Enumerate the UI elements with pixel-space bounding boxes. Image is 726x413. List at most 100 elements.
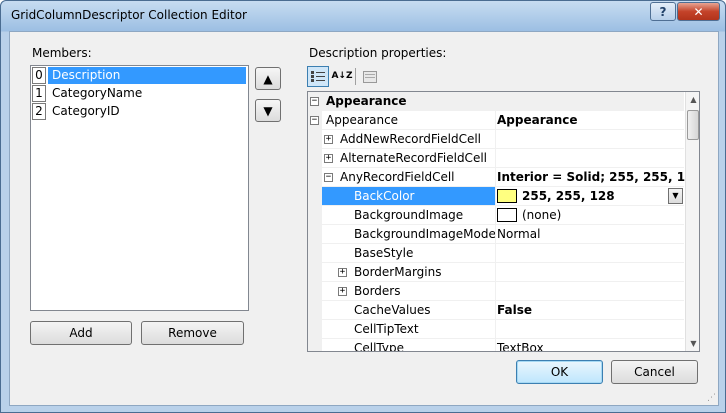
grid-property-row[interactable]: BaseStyle bbox=[308, 244, 684, 263]
grid-property-row[interactable]: − AnyRecordFieldCell Interior = Solid; 255… bbox=[308, 168, 699, 187]
list-item[interactable]: 1 CategoryName bbox=[32, 85, 247, 103]
property-value[interactable]: Normal bbox=[497, 225, 540, 244]
row-margin bbox=[308, 282, 322, 301]
property-name: CellType bbox=[354, 341, 404, 352]
list-item[interactable]: 2 CategoryID bbox=[32, 103, 247, 121]
property-value[interactable]: False bbox=[497, 301, 532, 320]
property-name: BorderMargins bbox=[354, 265, 442, 279]
row-margin bbox=[308, 301, 322, 320]
grid-property-row[interactable]: − Appearance Appearance bbox=[308, 111, 684, 130]
grid-property-row[interactable]: + AlternateRecordFieldCell bbox=[308, 149, 684, 168]
move-up-button[interactable]: ▲ bbox=[255, 67, 281, 90]
property-value[interactable]: (none) bbox=[522, 206, 561, 225]
help-icon: ? bbox=[659, 4, 667, 19]
close-icon: ✕ bbox=[693, 4, 704, 19]
list-item-index: 1 bbox=[32, 85, 46, 102]
column-divider bbox=[495, 263, 496, 282]
collapse-icon[interactable]: − bbox=[310, 97, 319, 106]
scroll-thumb[interactable] bbox=[687, 110, 699, 140]
grid-property-row[interactable]: CacheValues False bbox=[308, 301, 684, 320]
row-margin bbox=[308, 320, 322, 339]
grid-property-row[interactable]: BackgroundImageMode Normal bbox=[308, 225, 684, 244]
property-name: BaseStyle bbox=[354, 246, 414, 260]
column-divider bbox=[495, 244, 496, 263]
scroll-up-icon[interactable]: ▲ bbox=[686, 92, 699, 107]
property-name: AnyRecordFieldCell bbox=[340, 170, 455, 184]
resize-grip-icon[interactable]: ⋰ bbox=[707, 393, 716, 403]
property-grid[interactable]: − Appearance − Appearance Appearance + AddNewR… bbox=[307, 91, 700, 352]
property-name: BackColor bbox=[354, 189, 415, 203]
close-button[interactable]: ✕ bbox=[677, 2, 720, 21]
property-name: Appearance bbox=[326, 94, 407, 108]
grid-property-row[interactable]: CellType TextBox bbox=[308, 339, 684, 352]
expand-icon[interactable]: + bbox=[324, 154, 333, 163]
vertical-scrollbar[interactable]: ▲ ▼ bbox=[685, 92, 699, 351]
column-divider bbox=[495, 168, 496, 187]
column-divider bbox=[495, 187, 496, 206]
expand-icon[interactable]: + bbox=[338, 287, 347, 296]
title-bar[interactable]: GridColumnDescriptor Collection Editor ?… bbox=[1, 1, 725, 31]
list-item-label: CategoryID bbox=[52, 104, 120, 118]
collection-editor-window: GridColumnDescriptor Collection Editor ?… bbox=[0, 0, 726, 413]
collapse-icon[interactable]: − bbox=[310, 116, 319, 125]
expand-icon[interactable]: + bbox=[324, 135, 333, 144]
row-margin bbox=[308, 149, 322, 168]
dropdown-button[interactable]: ▼ bbox=[668, 188, 683, 204]
column-divider bbox=[495, 111, 496, 130]
properties-label: Description properties: bbox=[309, 46, 447, 60]
grid-property-row[interactable]: CellTipText bbox=[308, 320, 684, 339]
scroll-down-icon[interactable]: ▼ bbox=[686, 336, 699, 351]
property-name: CacheValues bbox=[354, 303, 431, 317]
row-margin bbox=[308, 244, 322, 263]
column-divider bbox=[495, 339, 496, 351]
collapse-icon[interactable]: − bbox=[324, 173, 333, 182]
column-divider bbox=[495, 320, 496, 339]
row-margin bbox=[308, 339, 322, 351]
grid-property-row[interactable]: BackColor 255, 255, 128 ▼ bbox=[308, 187, 684, 206]
column-divider bbox=[495, 225, 496, 244]
grid-property-row[interactable]: BackgroundImage (none) bbox=[308, 206, 684, 225]
column-divider bbox=[495, 282, 496, 301]
grid-property-row[interactable]: + AddNewRecordFieldCell bbox=[308, 130, 684, 149]
window-title: GridColumnDescriptor Collection Editor bbox=[11, 8, 247, 22]
ok-button[interactable]: OK bbox=[516, 360, 603, 384]
grid-category-row[interactable]: − Appearance bbox=[308, 92, 684, 111]
add-button[interactable]: Add bbox=[30, 321, 132, 345]
property-value[interactable]: Interior = Solid; 255, 255, 128 bbox=[497, 168, 699, 187]
list-item-index: 2 bbox=[32, 103, 46, 120]
property-value[interactable]: Appearance bbox=[497, 111, 578, 130]
row-margin bbox=[308, 263, 322, 282]
cancel-button[interactable]: Cancel bbox=[611, 360, 698, 384]
grid-property-row[interactable]: + Borders bbox=[308, 282, 684, 301]
grid-property-row[interactable]: + BorderMargins bbox=[308, 263, 684, 282]
column-divider bbox=[495, 301, 496, 320]
move-down-button[interactable]: ▼ bbox=[255, 99, 281, 122]
color-swatch bbox=[497, 208, 517, 222]
help-button[interactable]: ? bbox=[650, 2, 676, 21]
list-item[interactable]: 0 Description bbox=[32, 67, 247, 85]
row-margin bbox=[308, 206, 322, 225]
property-name: Appearance bbox=[326, 113, 399, 127]
column-divider bbox=[495, 206, 496, 225]
property-pages-icon[interactable] bbox=[359, 66, 381, 87]
remove-button[interactable]: Remove bbox=[141, 321, 244, 345]
alphabetical-icon[interactable]: A↓Z bbox=[331, 66, 353, 87]
property-name: CellTipText bbox=[354, 322, 419, 336]
dialog-client-area: Members: 0 Description 1 CategoryName 2 Categ… bbox=[9, 31, 719, 406]
property-name: Borders bbox=[354, 284, 401, 298]
column-divider bbox=[495, 130, 496, 149]
members-label: Members: bbox=[32, 46, 92, 60]
property-value[interactable]: 255, 255, 128 bbox=[522, 187, 615, 206]
property-toolbar: A↓Z bbox=[307, 66, 397, 88]
toolbar-separator bbox=[355, 68, 356, 85]
categorized-icon[interactable] bbox=[307, 66, 329, 87]
row-margin bbox=[308, 130, 322, 149]
members-list[interactable]: 0 Description 1 CategoryName 2 CategoryID bbox=[30, 65, 249, 311]
expand-icon[interactable]: + bbox=[338, 268, 347, 277]
property-value[interactable]: TextBox bbox=[497, 339, 544, 351]
arrow-down-icon: ▼ bbox=[263, 103, 273, 118]
chevron-down-icon: ▼ bbox=[672, 191, 679, 200]
row-margin bbox=[308, 225, 322, 244]
property-name: BackgroundImageMode bbox=[354, 227, 496, 241]
list-item-label: CategoryName bbox=[52, 86, 143, 100]
